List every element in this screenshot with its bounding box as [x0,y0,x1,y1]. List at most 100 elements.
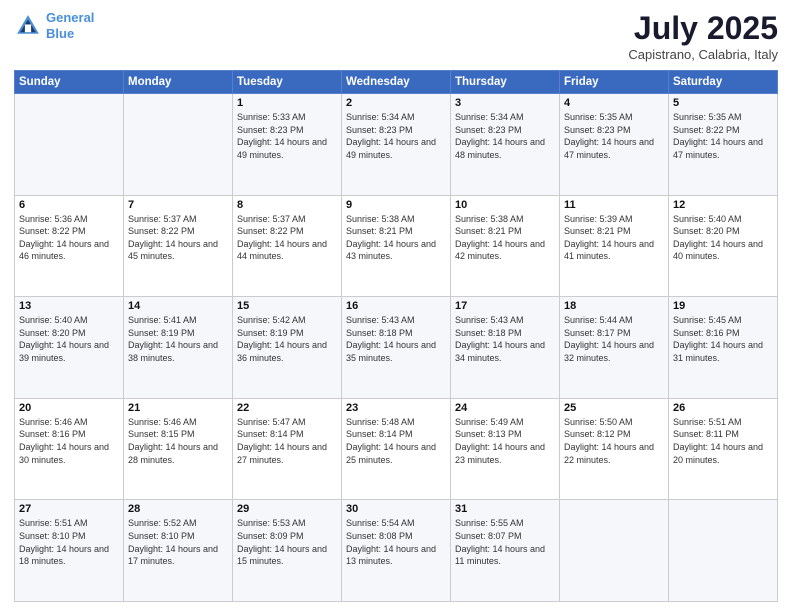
calendar-week-row: 1 Sunrise: 5:33 AMSunset: 8:23 PMDaylight… [15,94,778,196]
cell-day-number: 31 [455,503,555,515]
calendar-cell [15,94,124,196]
calendar-table: SundayMondayTuesdayWednesdayThursdayFrid… [14,70,778,602]
calendar-cell: 11 Sunrise: 5:39 AMSunset: 8:21 PMDayligh… [560,195,669,297]
cell-day-number: 19 [673,300,773,312]
cell-day-number: 3 [455,97,555,109]
weekday-header-cell: Saturday [669,71,778,94]
cell-info: Sunrise: 5:55 AMSunset: 8:07 PMDaylight:… [455,517,555,567]
cell-day-number: 29 [237,503,337,515]
calendar-week-row: 6 Sunrise: 5:36 AMSunset: 8:22 PMDaylight… [15,195,778,297]
weekday-header-cell: Tuesday [233,71,342,94]
calendar-cell: 18 Sunrise: 5:44 AMSunset: 8:17 PMDayligh… [560,297,669,399]
cell-info: Sunrise: 5:46 AMSunset: 8:16 PMDaylight:… [19,416,119,466]
calendar-cell: 23 Sunrise: 5:48 AMSunset: 8:14 PMDayligh… [342,398,451,500]
calendar-cell [560,500,669,602]
calendar-cell: 4 Sunrise: 5:35 AMSunset: 8:23 PMDaylight… [560,94,669,196]
page: General Blue July 2025 Capistrano, Calab… [0,0,792,612]
cell-info: Sunrise: 5:35 AMSunset: 8:23 PMDaylight:… [564,111,664,161]
calendar-cell: 28 Sunrise: 5:52 AMSunset: 8:10 PMDayligh… [124,500,233,602]
calendar-week-row: 13 Sunrise: 5:40 AMSunset: 8:20 PMDayligh… [15,297,778,399]
cell-day-number: 12 [673,199,773,211]
calendar-cell: 3 Sunrise: 5:34 AMSunset: 8:23 PMDaylight… [451,94,560,196]
cell-info: Sunrise: 5:36 AMSunset: 8:22 PMDaylight:… [19,213,119,263]
calendar-cell: 13 Sunrise: 5:40 AMSunset: 8:20 PMDayligh… [15,297,124,399]
logo: General Blue [14,10,94,41]
cell-day-number: 17 [455,300,555,312]
calendar-cell: 6 Sunrise: 5:36 AMSunset: 8:22 PMDaylight… [15,195,124,297]
cell-info: Sunrise: 5:46 AMSunset: 8:15 PMDaylight:… [128,416,228,466]
cell-info: Sunrise: 5:48 AMSunset: 8:14 PMDaylight:… [346,416,446,466]
calendar-cell: 15 Sunrise: 5:42 AMSunset: 8:19 PMDayligh… [233,297,342,399]
cell-day-number: 8 [237,199,337,211]
cell-day-number: 10 [455,199,555,211]
cell-info: Sunrise: 5:49 AMSunset: 8:13 PMDaylight:… [455,416,555,466]
cell-day-number: 27 [19,503,119,515]
calendar-cell: 9Sunrise: 5:38 AMSunset: 8:21 PMDaylight… [342,195,451,297]
calendar-cell: 22Sunrise: 5:47 AMSunset: 8:14 PMDayligh… [233,398,342,500]
calendar-cell: 12 Sunrise: 5:40 AMSunset: 8:20 PMDayligh… [669,195,778,297]
cell-day-number: 20 [19,402,119,414]
calendar-cell: 31 Sunrise: 5:55 AMSunset: 8:07 PMDayligh… [451,500,560,602]
cell-info: Sunrise: 5:40 AMSunset: 8:20 PMDaylight:… [673,213,773,263]
cell-day-number: 13 [19,300,119,312]
cell-day-number: 23 [346,402,446,414]
cell-day-number: 24 [455,402,555,414]
cell-info: Sunrise: 5:43 AMSunset: 8:18 PMDaylight:… [455,314,555,364]
cell-info: Sunrise: 5:37 AMSunset: 8:22 PMDaylight:… [237,213,337,263]
cell-day-number: 11 [564,199,664,211]
cell-day-number: 15 [237,300,337,312]
logo-text: General Blue [46,10,94,41]
cell-day-number: 30 [346,503,446,515]
calendar-week-row: 27Sunrise: 5:51 AMSunset: 8:10 PMDayligh… [15,500,778,602]
cell-info: Sunrise: 5:51 AMSunset: 8:11 PMDaylight:… [673,416,773,466]
calendar-cell: 30Sunrise: 5:54 AMSunset: 8:08 PMDayligh… [342,500,451,602]
cell-day-number: 16 [346,300,446,312]
header: General Blue July 2025 Capistrano, Calab… [14,10,778,62]
cell-info: Sunrise: 5:43 AMSunset: 8:18 PMDaylight:… [346,314,446,364]
cell-day-number: 21 [128,402,228,414]
weekday-header-cell: Sunday [15,71,124,94]
calendar-cell [124,94,233,196]
cell-info: Sunrise: 5:42 AMSunset: 8:19 PMDaylight:… [237,314,337,364]
cell-day-number: 7 [128,199,228,211]
cell-day-number: 1 [237,97,337,109]
calendar-cell: 5Sunrise: 5:35 AMSunset: 8:22 PMDaylight… [669,94,778,196]
cell-info: Sunrise: 5:52 AMSunset: 8:10 PMDaylight:… [128,517,228,567]
logo-icon [14,12,42,40]
cell-day-number: 18 [564,300,664,312]
cell-info: Sunrise: 5:44 AMSunset: 8:17 PMDaylight:… [564,314,664,364]
cell-day-number: 6 [19,199,119,211]
cell-day-number: 28 [128,503,228,515]
logo-general: General [46,10,94,25]
calendar-cell: 14 Sunrise: 5:41 AMSunset: 8:19 PMDayligh… [124,297,233,399]
calendar-cell: 2Sunrise: 5:34 AMSunset: 8:23 PMDaylight… [342,94,451,196]
cell-day-number: 14 [128,300,228,312]
cell-day-number: 9 [346,199,446,211]
calendar-cell: 1 Sunrise: 5:33 AMSunset: 8:23 PMDaylight… [233,94,342,196]
cell-info: Sunrise: 5:50 AMSunset: 8:12 PMDaylight:… [564,416,664,466]
cell-info: Sunrise: 5:34 AMSunset: 8:23 PMDaylight:… [455,111,555,161]
calendar-cell: 16 Sunrise: 5:43 AMSunset: 8:18 PMDayligh… [342,297,451,399]
calendar-cell: 8 Sunrise: 5:37 AMSunset: 8:22 PMDaylight… [233,195,342,297]
cell-info: Sunrise: 5:41 AMSunset: 8:19 PMDaylight:… [128,314,228,364]
cell-info: Sunrise: 5:33 AMSunset: 8:23 PMDaylight:… [237,111,337,161]
weekday-header-cell: Friday [560,71,669,94]
weekday-header-cell: Monday [124,71,233,94]
logo-blue: Blue [46,26,74,41]
cell-info: Sunrise: 5:40 AMSunset: 8:20 PMDaylight:… [19,314,119,364]
calendar-cell: 21 Sunrise: 5:46 AMSunset: 8:15 PMDayligh… [124,398,233,500]
calendar-cell: 29Sunrise: 5:53 AMSunset: 8:09 PMDayligh… [233,500,342,602]
calendar-week-row: 20 Sunrise: 5:46 AMSunset: 8:16 PMDayligh… [15,398,778,500]
weekday-header-cell: Wednesday [342,71,451,94]
cell-info: Sunrise: 5:45 AMSunset: 8:16 PMDaylight:… [673,314,773,364]
cell-day-number: 26 [673,402,773,414]
cell-day-number: 4 [564,97,664,109]
cell-info: Sunrise: 5:39 AMSunset: 8:21 PMDaylight:… [564,213,664,263]
calendar-cell: 27Sunrise: 5:51 AMSunset: 8:10 PMDayligh… [15,500,124,602]
cell-info: Sunrise: 5:47 AMSunset: 8:14 PMDaylight:… [237,416,337,466]
cell-info: Sunrise: 5:34 AMSunset: 8:23 PMDaylight:… [346,111,446,161]
calendar-cell: 17 Sunrise: 5:43 AMSunset: 8:18 PMDayligh… [451,297,560,399]
calendar-cell: 25Sunrise: 5:50 AMSunset: 8:12 PMDayligh… [560,398,669,500]
calendar-cell: 20 Sunrise: 5:46 AMSunset: 8:16 PMDayligh… [15,398,124,500]
calendar-cell: 10Sunrise: 5:38 AMSunset: 8:21 PMDayligh… [451,195,560,297]
